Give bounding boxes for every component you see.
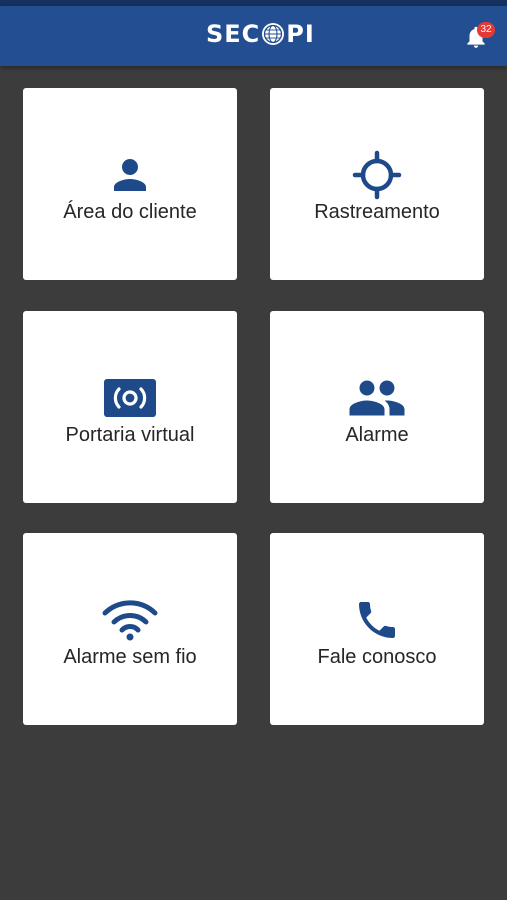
tile-rastreamento[interactable]: Rastreamento [270,88,484,280]
tile-label: Portaria virtual [65,424,195,446]
tile-label: Área do cliente [63,201,197,223]
logo-text-left: SEC [206,20,261,48]
camera-gate-icon [23,373,237,423]
tile-fale-conosco[interactable]: Fale conosco [270,533,484,725]
secopi-logo: SEC PI [206,20,315,48]
logo-text-right: PI [286,20,315,48]
people-icon [270,373,484,423]
tile-alarme[interactable]: Alarme [270,311,484,503]
tile-label: Rastreamento [314,201,440,223]
wifi-icon [23,595,237,645]
globe-emblem-icon [261,22,285,46]
tile-label: Alarme sem fio [63,646,197,668]
tile-alarme-sem-fio[interactable]: Alarme sem fio [23,533,237,725]
person-icon [23,150,237,200]
phone-icon [270,595,484,645]
notification-badge: 32 [477,22,495,38]
tile-label: Fale conosco [317,646,437,668]
tile-label: Alarme [345,424,409,446]
tile-area-do-cliente[interactable]: Área do cliente [23,88,237,280]
app-header: SEC PI 32 [0,6,507,66]
crosshair-icon [270,150,484,200]
tile-portaria-virtual[interactable]: Portaria virtual [23,311,237,503]
